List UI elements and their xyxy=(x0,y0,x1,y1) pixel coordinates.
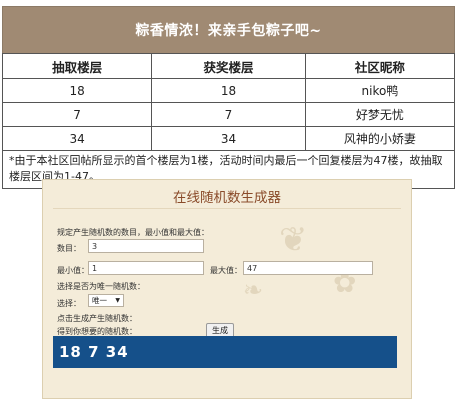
count-label: 数目： xyxy=(57,244,81,253)
unique-select-value: 唯一 xyxy=(92,296,107,305)
watermark-glyph: ❧ xyxy=(243,276,264,304)
nickname-cell: niko鸭 xyxy=(304,78,456,103)
min-input[interactable]: 1 xyxy=(88,261,204,275)
unique-question: 选择是否为唯一随机数： xyxy=(57,282,145,291)
nickname-cell: 风神的小娇妻 xyxy=(304,126,456,151)
instruction-text: 规定产生随机数的数目，最小值和最大值： xyxy=(57,228,209,237)
min-label: 最小值： xyxy=(57,266,89,275)
watermark-glyph: ❦ xyxy=(279,220,308,260)
header-nickname: 社区昵称 xyxy=(304,53,456,79)
winning-floor-cell: 34 xyxy=(151,126,306,151)
unique-select[interactable]: 唯一 ▼ xyxy=(88,294,124,307)
count-input[interactable]: 3 xyxy=(88,239,204,253)
select-label: 选择： xyxy=(57,299,81,308)
draw-floor-cell: 7 xyxy=(1,102,153,127)
draw-floor-cell: 34 xyxy=(1,126,153,151)
generator-title: 在线随机数生成器 xyxy=(173,190,281,206)
chevron-down-icon: ▼ xyxy=(115,297,120,304)
nickname-cell: 好梦无忧 xyxy=(304,102,456,127)
winning-floor-cell: 7 xyxy=(151,102,306,127)
winners-table: 粽香情浓！来亲手包粽子吧~ 抽取楼层 获奖楼层 社区昵称 18 18 niko鸭… xyxy=(1,6,456,189)
max-input[interactable]: 47 xyxy=(243,261,373,275)
draw-floor-cell: 18 xyxy=(1,78,153,103)
title-divider xyxy=(53,208,401,209)
random-generator-panel: ❦ ✿ ❧ 在线随机数生成器 规定产生随机数的数目，最小值和最大值： 数目： 3… xyxy=(42,179,412,399)
table-row: 7 7 好梦无忧 xyxy=(1,102,456,127)
max-label: 最大值： xyxy=(210,266,242,275)
table-title: 粽香情浓！来亲手包粽子吧~ xyxy=(2,6,455,54)
header-winning-floor: 获奖楼层 xyxy=(151,53,306,79)
click-prompt: 点击生成产生随机数： xyxy=(57,314,137,323)
result-output: 18 7 34 xyxy=(53,336,397,368)
table-header-row: 抽取楼层 获奖楼层 社区昵称 xyxy=(1,53,456,79)
table-row: 18 18 niko鸭 xyxy=(1,78,456,103)
header-draw-floor: 抽取楼层 xyxy=(1,53,153,79)
table-row: 34 34 风神的小娇妻 xyxy=(1,126,456,151)
winning-floor-cell: 18 xyxy=(151,78,306,103)
